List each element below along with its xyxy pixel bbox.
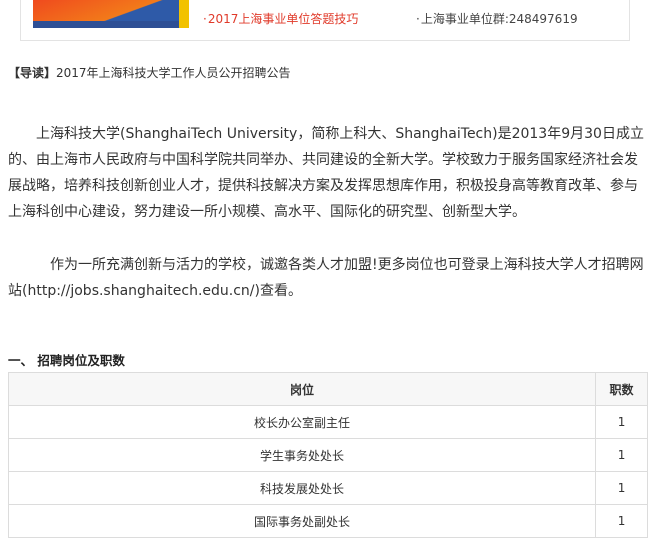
lead-tag: 【导读】 [8, 66, 57, 80]
bullet-icon: · [416, 12, 420, 26]
column-header-count: 职数 [595, 372, 648, 406]
banner-band [33, 21, 189, 28]
related-links-strip: ·2017上海事业单位答题技巧 ·上海事业单位群:248497619 [20, 0, 630, 41]
promo-link-label[interactable]: 2017上海事业单位答题技巧 [208, 12, 359, 26]
invitation-paragraph: 作为一所充满创新与活力的学校，诚邀各类人才加盟!更多岗位也可登录上海科技大学人才… [8, 257, 644, 299]
table-row: 学生事务处处长 1 [7, 438, 648, 472]
position-cell: 校长办公室副主任 [7, 405, 597, 439]
table-header-row: 岗位 职数 [7, 372, 648, 406]
count-cell: 1 [595, 504, 648, 538]
position-cell: 学生事务处处长 [7, 438, 597, 472]
table-row: 国际事务处副处长 1 [7, 504, 648, 538]
qq-group-label: 上海事业单位群:248497619 [420, 12, 578, 26]
promo-link[interactable]: ·2017上海事业单位答题技巧 [203, 10, 358, 27]
position-cell: 国际事务处副处长 [7, 504, 597, 538]
position-cell: 科技发展处处长 [7, 471, 597, 505]
positions-table: 岗位 职数 校长办公室副主任 1 学生事务处处长 1 科技发展处处长 1 国际事… [7, 372, 648, 538]
banner-yellow-edge [179, 0, 189, 28]
count-cell: 1 [595, 438, 648, 472]
column-header-position: 岗位 [7, 372, 597, 406]
qq-group-info: ·上海事业单位群:248497619 [416, 10, 578, 27]
section-title: 一、 招聘岗位及职数 [8, 353, 125, 368]
article-lead: 【导读】2017年上海科技大学工作人员公开招聘公告 [8, 64, 291, 81]
count-cell: 1 [595, 405, 648, 439]
count-cell: 1 [595, 471, 648, 505]
table-row: 科技发展处处长 1 [7, 471, 648, 505]
table-row: 校长办公室副主任 1 [7, 405, 648, 439]
lead-text: 2017年上海科技大学工作人员公开招聘公告 [56, 66, 291, 80]
promo-banner-image[interactable] [33, 0, 189, 28]
intro-paragraph: 上海科技大学(ShanghaiTech University，简称上科大、Sha… [8, 126, 644, 220]
bullet-icon: · [203, 12, 207, 26]
